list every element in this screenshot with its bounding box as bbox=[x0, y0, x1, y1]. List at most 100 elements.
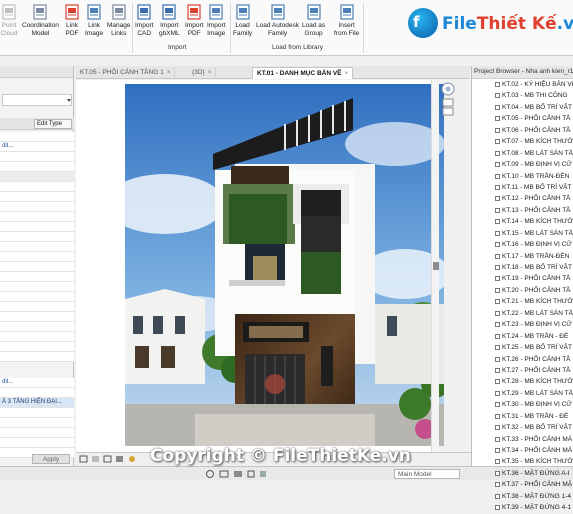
property-row[interactable] bbox=[0, 242, 74, 252]
sheet-item[interactable]: KT.34 - PHỐI CẢNH MÁ bbox=[472, 445, 573, 456]
expand-icon[interactable] bbox=[495, 379, 500, 385]
sheet-item[interactable]: KT.30 - MB ĐỊNH VỊ CỬ bbox=[472, 399, 573, 410]
model-selector[interactable]: Main Model bbox=[394, 469, 460, 479]
sheet-item[interactable]: KT.29 - MB LÁT SÀN TẦ bbox=[472, 388, 573, 399]
expand-icon[interactable] bbox=[495, 162, 500, 168]
property-row[interactable] bbox=[0, 152, 74, 162]
expand-icon[interactable] bbox=[495, 116, 500, 122]
expand-icon[interactable] bbox=[495, 402, 500, 408]
sheet-item[interactable]: KT.24 - MB TRẦN - ĐÈ bbox=[472, 331, 573, 342]
expand-icon[interactable] bbox=[495, 93, 500, 99]
sheet-item[interactable]: KT.22 - MB LÁT SÀN TẦ bbox=[472, 308, 573, 319]
property-row[interactable]: dit... bbox=[0, 142, 74, 152]
expand-icon[interactable] bbox=[495, 356, 500, 362]
property-row[interactable] bbox=[0, 262, 74, 272]
expand-icon[interactable] bbox=[495, 448, 500, 453]
close-icon[interactable]: × bbox=[167, 69, 171, 76]
drawing-canvas[interactable] bbox=[76, 80, 444, 452]
expand-icon[interactable] bbox=[495, 196, 500, 202]
manage-links-button[interactable]: Manage Links bbox=[107, 3, 131, 38]
property-row[interactable] bbox=[0, 388, 74, 398]
close-icon[interactable]: × bbox=[208, 69, 212, 76]
insert-from-file-button[interactable]: Insert from File bbox=[334, 3, 359, 38]
scrollbar-thumb[interactable] bbox=[433, 262, 439, 270]
expand-icon[interactable] bbox=[495, 482, 500, 488]
expand-icon[interactable] bbox=[495, 253, 500, 259]
sheet-item[interactable]: KT.07 - MB KÍCH THƯỚ bbox=[472, 136, 573, 147]
sheet-item[interactable]: KT.15 - MB LÁT SÀN TẦ bbox=[472, 228, 573, 239]
sheet-item[interactable]: KT.20 - PHỐI CẢNH TẦ bbox=[472, 285, 573, 296]
sheet-item[interactable]: KT.37 - PHỐI CẢNH MẶ bbox=[472, 479, 573, 490]
type-selector[interactable] bbox=[2, 94, 72, 106]
sheet-item[interactable]: KT.05 - PHỐI CẢNH TẦ bbox=[472, 113, 573, 124]
property-row[interactable]: À 3 TẦNG HIỆN ĐẠI... bbox=[0, 398, 74, 408]
property-row[interactable] bbox=[0, 438, 74, 448]
sheet-item[interactable]: KT.13 - PHỐI CẢNH TẦ bbox=[472, 205, 573, 216]
sheet-item[interactable]: KT.02 - KÝ HIỆU BẢN VẼ bbox=[472, 79, 573, 90]
import-pdf-button[interactable]: Import PDF bbox=[185, 3, 203, 38]
expand-icon[interactable] bbox=[495, 505, 500, 511]
sheet-item[interactable]: KT.12 - PHỐI CẢNH TẦ bbox=[472, 193, 573, 204]
property-row[interactable] bbox=[0, 418, 74, 428]
property-row[interactable] bbox=[0, 192, 74, 202]
expand-icon[interactable] bbox=[495, 413, 500, 419]
load-as-group-button[interactable]: Load as Group bbox=[302, 3, 325, 38]
sheet-item[interactable]: KT.08 - MB LÁT SÀN TẦ bbox=[472, 148, 573, 159]
property-row[interactable]: dit... bbox=[0, 378, 74, 388]
property-row[interactable] bbox=[0, 282, 74, 292]
sheet-item[interactable]: KT.21 - MB KÍCH THƯỚ bbox=[472, 296, 573, 307]
expand-icon[interactable] bbox=[495, 390, 500, 396]
tab-kt01[interactable]: KT.01 - DANH MỤC BẢN VẼ × bbox=[252, 67, 354, 79]
sheet-item[interactable]: KT.10 - MB TRẦN-ĐÈN bbox=[472, 171, 573, 182]
property-row[interactable] bbox=[0, 428, 74, 438]
expand-icon[interactable] bbox=[495, 184, 500, 190]
property-row[interactable] bbox=[0, 322, 74, 332]
link-pdf-button[interactable]: Link PDF bbox=[63, 3, 81, 38]
sheet-item[interactable]: KT.14 - MB KÍCH THƯỚ bbox=[472, 216, 573, 227]
sheet-item[interactable]: KT.31 - MB TRẦN - ĐÈ bbox=[472, 411, 573, 422]
tab-3d[interactable]: {3D} × bbox=[188, 67, 217, 79]
tab-kt05[interactable]: KT.05 - PHỐI CẢNH TẦNG 1 × bbox=[76, 67, 176, 79]
expand-icon[interactable] bbox=[495, 242, 500, 248]
coordination-model-button[interactable]: Coordination Model bbox=[22, 3, 59, 38]
load-autodesk-family-button[interactable]: Load Autodesk Family bbox=[256, 3, 299, 38]
sheet-item[interactable]: KT.39 - MẶT ĐỨNG 4-1 bbox=[472, 502, 573, 513]
property-row[interactable] bbox=[0, 162, 74, 172]
sheet-item[interactable]: KT.04 - MB BỐ TRÍ VẬT bbox=[472, 102, 573, 113]
property-row[interactable] bbox=[0, 408, 74, 418]
sheet-item[interactable]: KT.32 - MB BỐ TRÍ VẬT bbox=[472, 422, 573, 433]
close-icon[interactable]: × bbox=[345, 70, 349, 77]
expand-icon[interactable] bbox=[495, 367, 500, 373]
property-row[interactable] bbox=[0, 222, 74, 232]
expand-icon[interactable] bbox=[495, 333, 500, 339]
apply-button[interactable]: Apply bbox=[32, 454, 70, 464]
property-row[interactable] bbox=[0, 312, 74, 322]
property-row[interactable] bbox=[0, 302, 74, 312]
sheet-item[interactable]: KT.19 - PHỐI CẢNH TẦ bbox=[472, 273, 573, 284]
property-row[interactable] bbox=[0, 272, 74, 282]
expand-icon[interactable] bbox=[495, 287, 500, 293]
property-row[interactable] bbox=[0, 182, 74, 192]
expand-icon[interactable] bbox=[495, 127, 500, 133]
property-row[interactable] bbox=[0, 332, 74, 342]
import-gbxml-button[interactable]: Import gbXML bbox=[159, 3, 180, 38]
property-row[interactable] bbox=[0, 172, 74, 182]
property-row[interactable] bbox=[0, 202, 74, 212]
expand-icon[interactable] bbox=[495, 173, 500, 179]
point-cloud-button[interactable]: Point Cloud bbox=[0, 3, 18, 38]
sheet-item[interactable]: KT.27 - PHỐI CẢNH TẦ bbox=[472, 365, 573, 376]
expand-icon[interactable] bbox=[495, 276, 500, 282]
sheet-item[interactable]: KT.33 - PHỐI CẢNH MÁ bbox=[472, 434, 573, 445]
property-row[interactable] bbox=[0, 292, 74, 302]
expand-icon[interactable] bbox=[495, 265, 500, 270]
sheet-item[interactable]: KT.38 - MẶT ĐỨNG 1-4 bbox=[472, 491, 573, 502]
expand-icon[interactable] bbox=[495, 425, 500, 431]
import-cad-button[interactable]: Import CAD bbox=[135, 3, 153, 38]
sheet-item[interactable]: KT.23 - MB ĐỊNH VỊ CỬ bbox=[472, 319, 573, 330]
navigation-bar[interactable] bbox=[441, 82, 455, 116]
import-image-button[interactable]: Import Image bbox=[207, 3, 225, 38]
sheet-item[interactable]: KT.16 - MB ĐỊNH VỊ CỬ bbox=[472, 239, 573, 250]
sheet-item[interactable]: KT.09 - MB ĐỊNH VỊ CỬ bbox=[472, 159, 573, 170]
expand-icon[interactable] bbox=[495, 459, 500, 465]
expand-icon[interactable] bbox=[495, 82, 500, 87]
